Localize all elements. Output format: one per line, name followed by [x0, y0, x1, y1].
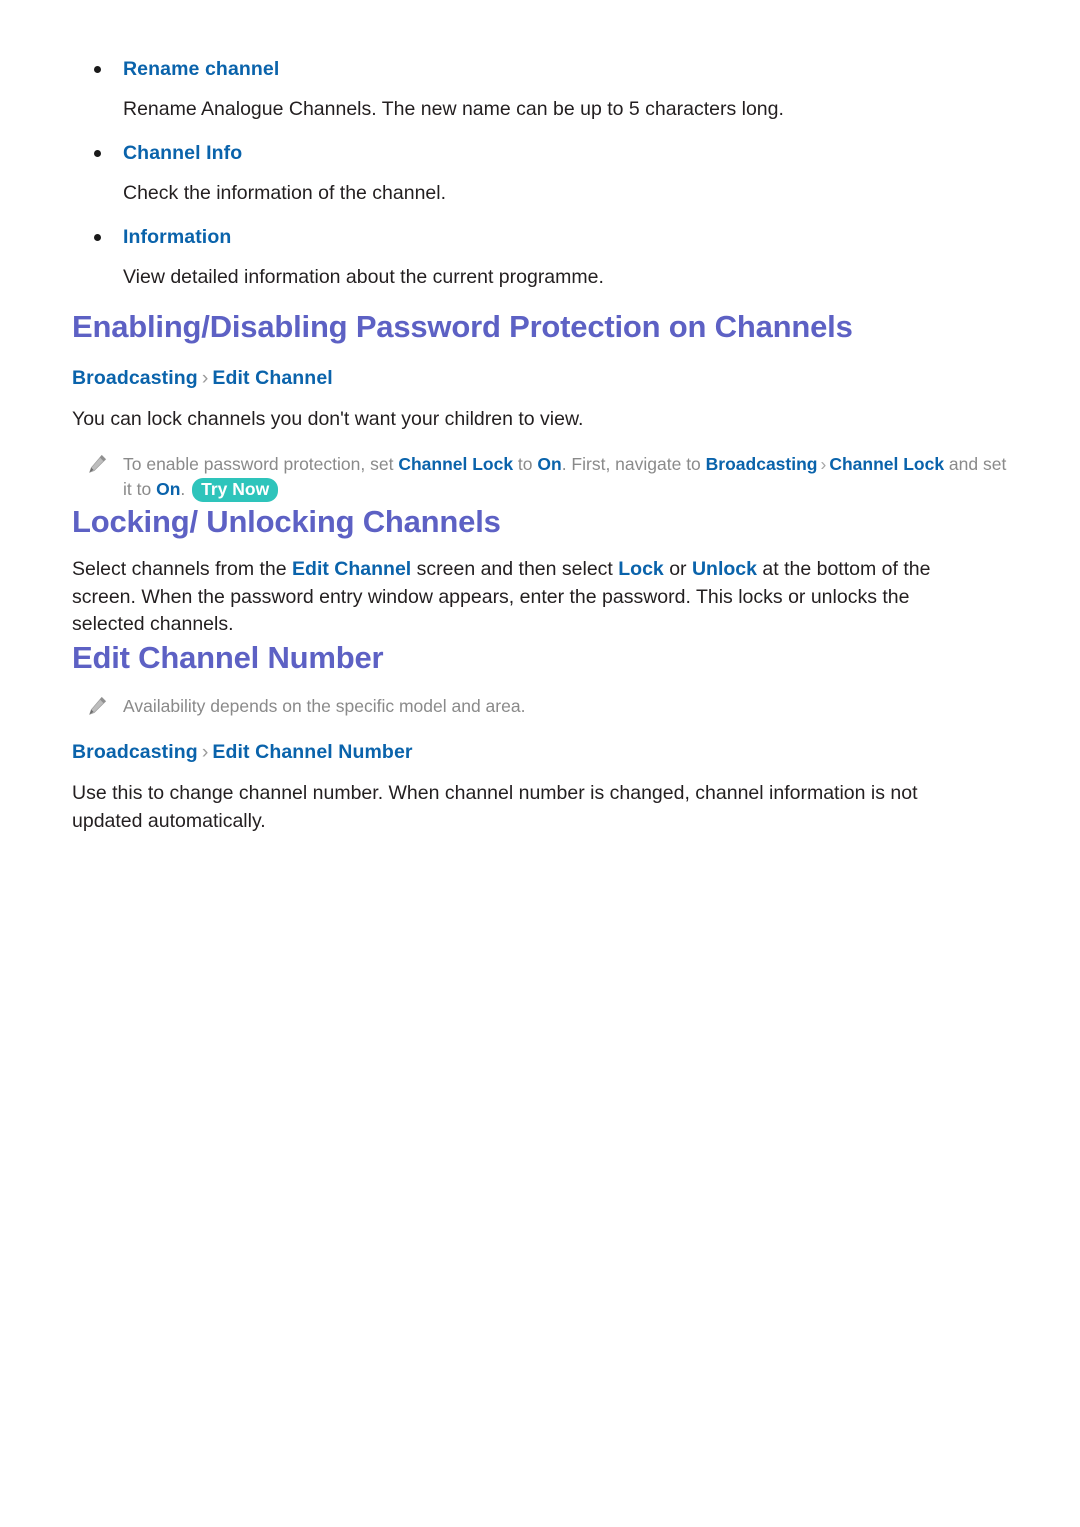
- tip-key-broadcasting[interactable]: Broadcasting: [706, 454, 818, 474]
- bullet-heading-row: Rename channel: [72, 56, 1008, 82]
- bullet-description: Check the information of the channel.: [123, 182, 447, 205]
- breadcrumb: Broadcasting › Edit Channel Number: [72, 741, 1008, 764]
- manual-page: Rename channel Rename Analogue Channels.…: [0, 0, 1080, 1527]
- chevron-right-icon: ›: [201, 367, 209, 390]
- link-lock[interactable]: Lock: [618, 558, 664, 580]
- breadcrumb-root[interactable]: Broadcasting: [72, 741, 198, 763]
- bullet-description: Rename Analogue Channels. The new name c…: [123, 98, 784, 121]
- bullet-heading-row: Information: [72, 224, 1008, 250]
- body-text-2: screen and then select: [411, 557, 619, 580]
- body-text-1: Select channels from the: [72, 557, 293, 580]
- tip-text-1: To enable password protection, set: [123, 453, 399, 474]
- feature-bullet-list: Rename channel Rename Analogue Channels.…: [72, 56, 1008, 292]
- tip-note-availability: Availability depends on the specific mod…: [72, 694, 1008, 719]
- chevron-right-icon: ›: [820, 453, 827, 474]
- bullet-dot-icon: [94, 234, 101, 241]
- tip-key-channel-lock-2[interactable]: Channel Lock: [829, 454, 944, 474]
- pencil-icon: [89, 454, 107, 473]
- bullet-heading-row: Channel Info: [72, 140, 1008, 166]
- tip-text-2: to: [513, 453, 538, 474]
- list-item: Information View detailed information ab…: [72, 224, 1008, 292]
- section-body-text-edit-channel-number: Use this to change channel number. When …: [72, 782, 918, 833]
- breadcrumb-leaf[interactable]: Edit Channel: [212, 367, 332, 389]
- try-now-badge[interactable]: Try Now: [192, 478, 279, 503]
- tip-note-password-protection: To enable password protection, set Chann…: [72, 452, 1008, 503]
- bullet-label: Information: [123, 226, 232, 248]
- link-edit-channel[interactable]: Edit Channel: [292, 558, 411, 580]
- tip-key-on-2[interactable]: On: [156, 479, 180, 499]
- bullet-dot-icon: [94, 150, 101, 157]
- chevron-right-icon: ›: [201, 741, 209, 764]
- breadcrumb-root[interactable]: Broadcasting: [72, 367, 198, 389]
- breadcrumb: Broadcasting › Edit Channel: [72, 367, 1008, 390]
- tip-key-on[interactable]: On: [537, 454, 561, 474]
- bullet-description: View detailed information about the curr…: [123, 266, 604, 289]
- tip-text-3: . First, navigate to: [561, 453, 706, 474]
- page-title-edit-channel-number: Edit Channel Number: [72, 639, 384, 675]
- page-title-password-protection: Enabling/Disabling Password Protection o…: [72, 309, 853, 344]
- bullet-label: Channel Info: [123, 142, 243, 164]
- page-title-locking-unlocking: Locking/ Unlocking Channels: [72, 503, 501, 539]
- list-item: Rename channel Rename Analogue Channels.…: [72, 56, 1008, 124]
- tip-key-channel-lock[interactable]: Channel Lock: [398, 454, 513, 474]
- bullet-label: Rename channel: [123, 58, 280, 80]
- list-item: Channel Info Check the information of th…: [72, 140, 1008, 208]
- body-text-3: or: [663, 557, 692, 580]
- section-body-text: You can lock channels you don't want you…: [72, 408, 584, 431]
- bullet-dot-icon: [94, 66, 101, 73]
- tip-text-availability: Availability depends on the specific mod…: [123, 696, 526, 717]
- breadcrumb-leaf[interactable]: Edit Channel Number: [212, 741, 412, 763]
- pencil-icon: [89, 696, 107, 715]
- link-unlock[interactable]: Unlock: [692, 558, 757, 580]
- tip-text-5: .: [180, 479, 191, 500]
- section-body-text-locking: Select channels from the Edit Channel sc…: [72, 556, 977, 639]
